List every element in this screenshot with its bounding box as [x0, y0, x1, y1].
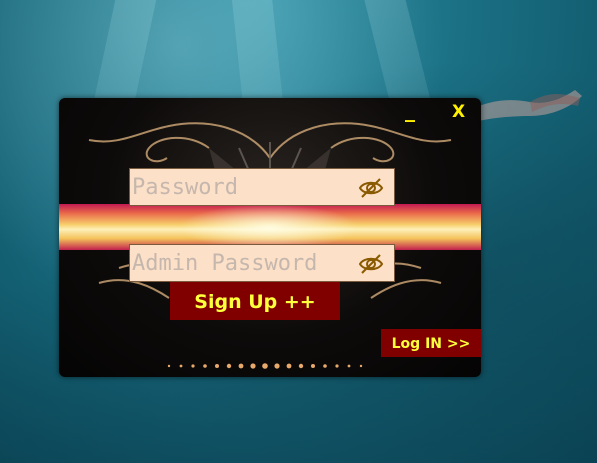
close-button[interactable]: X: [452, 102, 465, 122]
decorative-dots: [167, 363, 363, 369]
log-in-button[interactable]: Log IN >>: [381, 329, 481, 357]
sign-up-button[interactable]: Sign Up ++: [170, 282, 340, 320]
admin-password-field: [129, 244, 395, 282]
swimmer-silhouette: [470, 90, 582, 122]
password-field: [129, 168, 395, 206]
eye-slash-icon[interactable]: [358, 177, 384, 199]
password-input[interactable]: [130, 169, 352, 205]
login-window: _ X Sign Up ++ Log IN >>: [59, 98, 481, 377]
minimize-button[interactable]: _: [405, 98, 415, 122]
eye-slash-icon[interactable]: [358, 253, 384, 275]
admin-password-input[interactable]: [130, 245, 352, 281]
